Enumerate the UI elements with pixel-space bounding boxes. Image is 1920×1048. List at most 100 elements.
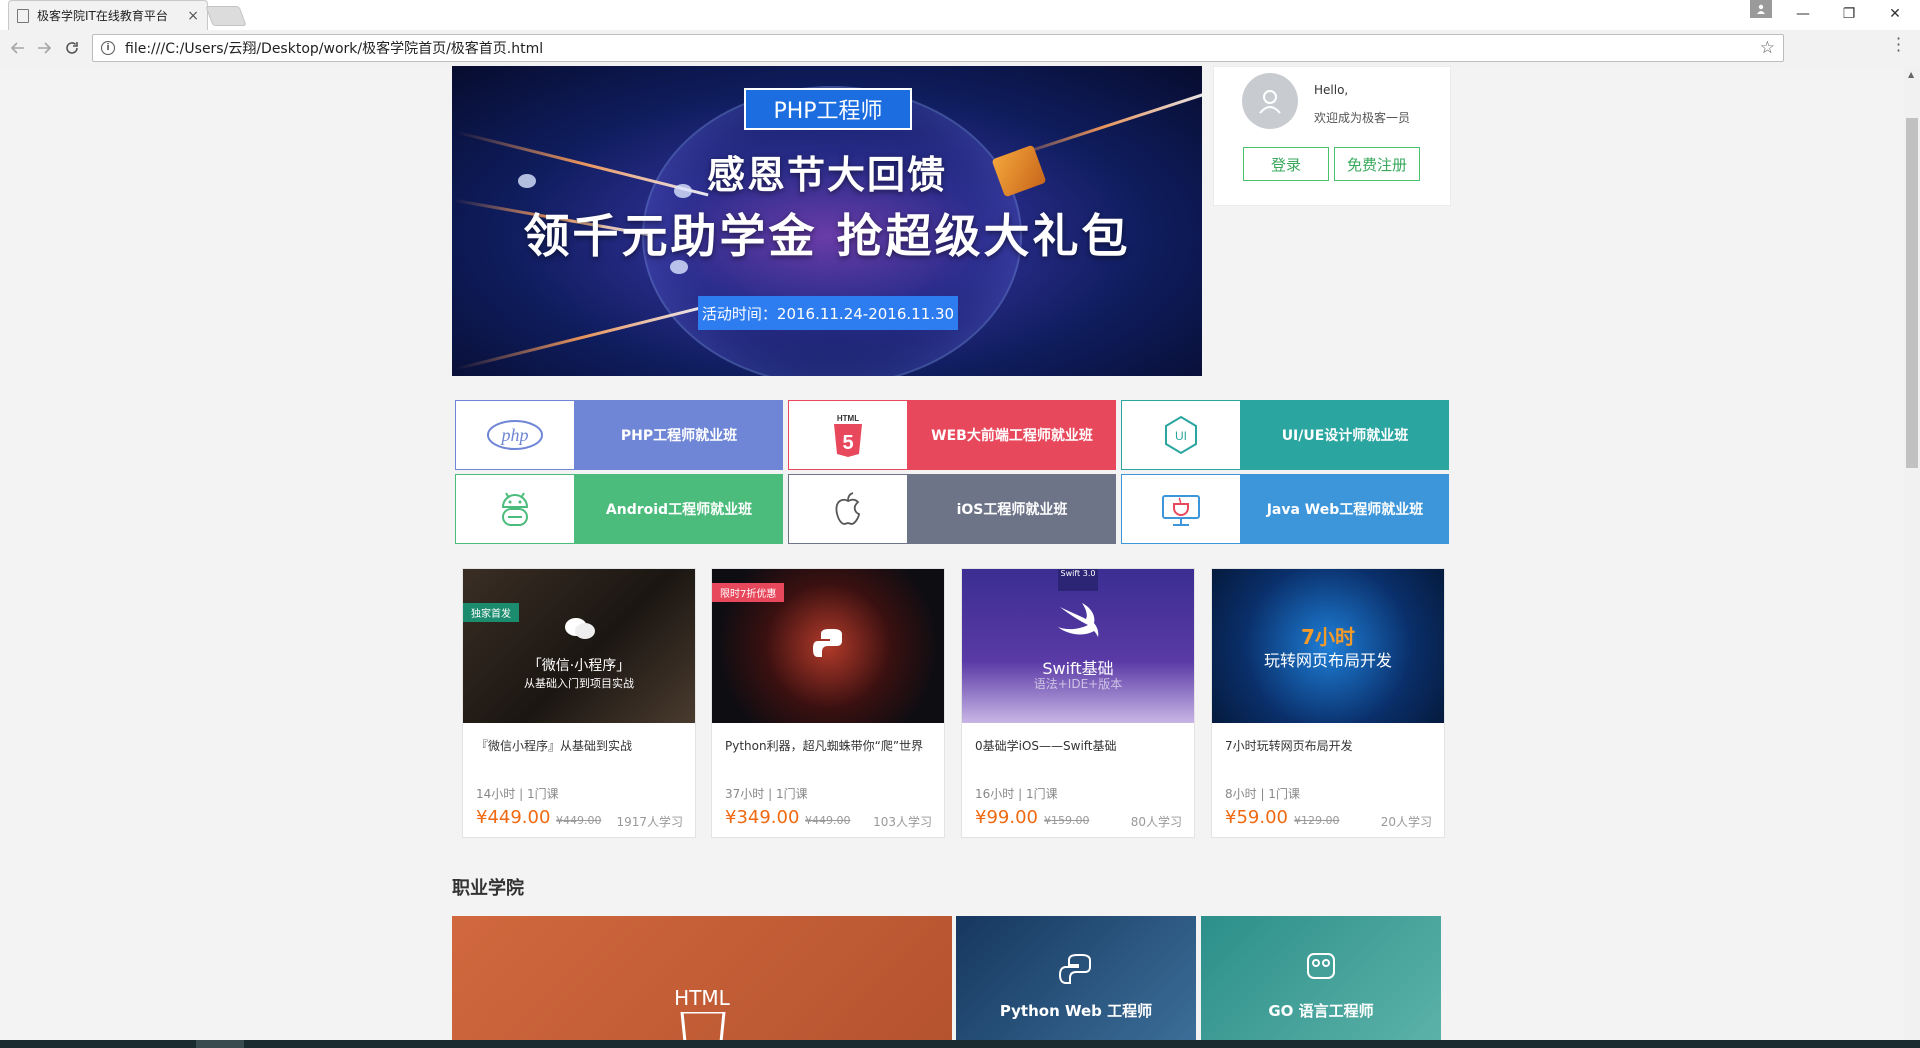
thumbnail-subtitle: 语法+IDE+版本 [1033,677,1123,691]
page-viewport: PHP工程师 感恩节大回馈 领千元助学金 抢超级大礼包 活动时间：2016.11… [0,66,1904,1040]
course-price: ¥349.00 [725,807,800,828]
course-thumbnail[interactable]: 7小时玩转网页布局开发 [1212,569,1444,723]
course-title[interactable]: 『微信小程序』从基础到实战 [476,737,686,755]
address-bar[interactable]: i file:///C:/Users/云翔/Desktop/work/极客学院首… [92,34,1784,62]
course-card[interactable]: 独家首发 「微信·小程序」 从基础入门到项目实战 『微信小程序』从基础到实战 14小时 … [462,568,696,838]
original-price: ¥449.00 [556,814,602,827]
original-price: ¥449.00 [805,814,851,827]
ribbon-badge: 限时7折优惠 [712,583,785,602]
scrollbar[interactable]: ▲ [1904,66,1920,1040]
light-flare [455,304,709,371]
course-card[interactable]: Swift 3.0 Swift基础 语法+IDE+版本 0基础学iOS——Swift基… [961,568,1195,838]
new-tab-button[interactable] [205,6,247,26]
course-thumbnail[interactable]: 限时7折优惠 [712,569,944,723]
banner-subheadline: 领千元助学金 抢超级大礼包 [523,209,1131,263]
course-thumbnail[interactable]: Swift 3.0 Swift基础 语法+IDE+版本 [962,569,1194,723]
wechat-icon [565,618,595,639]
section-title: 职业学院 [452,878,524,899]
course-meta: 37小时 | 1门课 [725,787,808,801]
student-count: 20人学习 [1380,815,1432,829]
scroll-up-icon[interactable]: ▲ [1908,70,1914,79]
profile-icon[interactable] [1750,0,1772,18]
course-php-entry[interactable]: php PHP工程师就业班 [455,400,783,470]
browser-menu-icon[interactable]: · · · [1896,31,1901,59]
info-icon[interactable]: i [101,41,115,55]
minimize-button[interactable]: — [1780,0,1826,28]
user-panel: Hello, 欢迎成为极客一员 登录 免费注册 [1213,66,1451,206]
python-icon [813,629,842,657]
os-taskbar [0,1040,1920,1048]
tab-title: 极客学院IT在线教育平台 [37,9,168,23]
bookmark-star-icon[interactable]: ☆ [1760,38,1775,58]
taskbar-app[interactable] [196,1040,244,1048]
avatar [1242,73,1298,129]
course-label[interactable]: PHP工程师就业班 [575,400,783,470]
tab-strip: 极客学院IT在线教育平台 × — ❐ ✕ [0,0,1920,30]
thumbnail-subtitle: 玩转网页布局开发 [1263,651,1392,670]
android-icon [455,474,575,544]
welcome-text: 欢迎成为极客一员 [1314,111,1411,125]
course-apple-entry[interactable]: iOS工程师就业班 [788,474,1116,544]
course-label[interactable]: UI/UE设计师就业班 [1241,400,1449,470]
original-price: ¥159.00 [1044,814,1090,827]
register-button[interactable]: 免费注册 [1334,147,1420,181]
ui-icon: UI [1121,400,1241,470]
swift-bird-icon [1058,603,1099,637]
course-card[interactable]: 7小时 玩转网页布局开发 7小时玩转网页布局开发 8小时 | 1门课 ¥59.00 20人… [1211,568,1445,838]
reload-icon[interactable] [62,38,82,58]
thumbnail-subtitle: 从基础入门到项目实战 [524,677,634,690]
swift-version-badge: Swift 3.0 [1058,569,1098,591]
browser-chrome: 极客学院IT在线教育平台 × — ❐ ✕ i file:///C:/Users/… [0,0,1920,66]
course-price: ¥449.00 [476,807,551,828]
course-html5-entry[interactable]: HTML 5 WEB大前端工程师就业班 [788,400,1116,470]
apple-icon [788,474,908,544]
back-arrow-icon[interactable] [8,38,28,58]
maximize-button[interactable]: ❐ [1826,0,1872,28]
scrollbar-thumb[interactable] [1906,118,1918,468]
course-title[interactable]: Python利器，超凡蜘蛛带你“爬”世界 [725,737,935,755]
banner-headline: 感恩节大回馈 [706,153,947,197]
python-icon [1059,954,1091,984]
svg-text:php: php [500,425,529,445]
php-icon: php [455,400,575,470]
course-price: ¥99.00 [975,807,1038,828]
ribbon-badge: 独家首发 [463,603,519,622]
course-android-entry[interactable]: Android工程师就业班 [455,474,783,544]
course-card[interactable]: 限时7折优惠 Python利器，超凡蜘蛛带你“爬”世界 37小时 | 1门课 ¥349… [711,568,945,838]
window-close-button[interactable]: ✕ [1872,0,1918,28]
hello-text: Hello, [1314,83,1349,97]
course-label[interactable]: Java Web工程师就业班 [1241,474,1449,544]
tab-close-icon[interactable]: × [187,8,199,24]
banner-time: 活动时间：2016.11.24-2016.11.30 [698,296,958,330]
course-label[interactable]: WEB大前端工程师就业班 [908,400,1116,470]
original-price: ¥129.00 [1294,814,1340,827]
course-java-entry[interactable]: Java Web工程师就业班 [1121,474,1449,544]
career-label-python: Python Web 工程师 [999,1002,1153,1020]
course-thumbnail[interactable]: 独家首发「微信·小程序」 从基础入门到项目实战 [463,569,695,723]
user-icon [1259,90,1281,114]
browser-tab[interactable]: 极客学院IT在线教育平台 × [8,0,208,30]
svg-text:UI: UI [1175,429,1187,443]
course-title[interactable]: 0基础学iOS——Swift基础 [975,737,1185,755]
forward-arrow-icon[interactable] [34,38,54,58]
login-button[interactable]: 登录 [1243,147,1329,181]
course-price: ¥59.00 [1225,807,1288,828]
url-text[interactable]: file:///C:/Users/云翔/Desktop/work/极客学院首页/… [125,38,543,58]
course-meta: 16小时 | 1门课 [975,787,1058,801]
course-title[interactable]: 7小时玩转网页布局开发 [1225,737,1435,755]
thumbnail-title: 7小时 [1301,625,1355,649]
html5-icon: HTML 5 [788,400,908,470]
browser-toolbar: i file:///C:/Users/云翔/Desktop/work/极客学院首… [0,30,1920,66]
promo-banner[interactable]: PHP工程师 感恩节大回馈 领千元助学金 抢超级大礼包 活动时间：2016.11… [452,66,1202,376]
course-ui-entry[interactable]: UI UI/UE设计师就业班 [1121,400,1449,470]
java-icon [1121,474,1241,544]
career-card-html[interactable]: HTML [452,916,952,1040]
student-count: 80人学习 [1130,815,1182,829]
course-label[interactable]: Android工程师就业班 [575,474,783,544]
career-card-go[interactable]: GO 语言工程师 [1201,916,1441,1040]
banner-tag: PHP工程师 [744,88,912,130]
thumbnail-title: 「微信·小程序」 [527,658,631,674]
go-gopher-icon [1307,953,1335,979]
career-card-python[interactable]: Python Web 工程师 [956,916,1196,1040]
course-label[interactable]: iOS工程师就业班 [908,474,1116,544]
